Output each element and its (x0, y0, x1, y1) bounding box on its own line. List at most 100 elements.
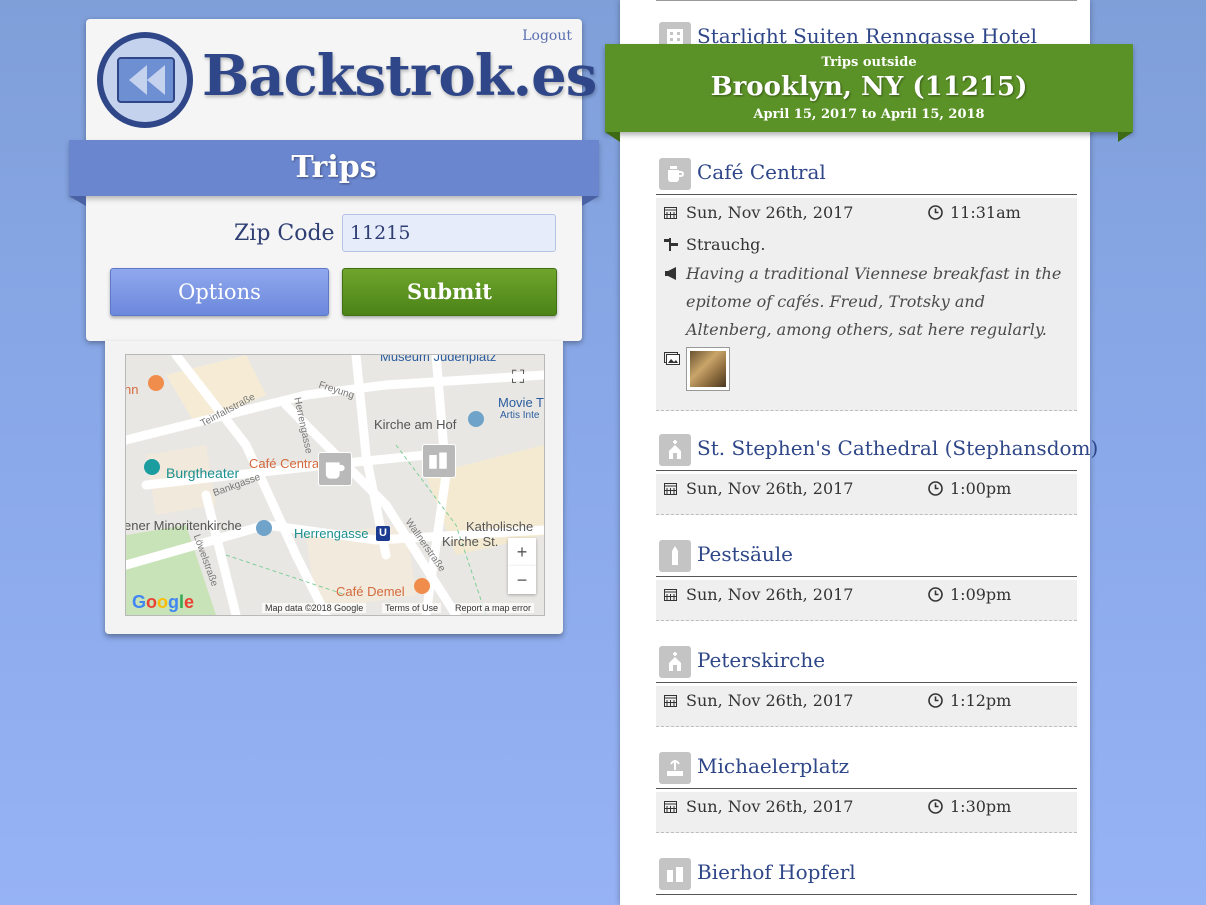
map-label: Artis Inte (500, 410, 540, 421)
report-link[interactable]: Report a map error (452, 603, 535, 613)
place-details: Sun, Nov 26th, 2017 1:09pm (656, 580, 1077, 621)
place-title[interactable]: St. Stephen's Cathedral (Stephansdom) (697, 436, 1098, 460)
calendar-icon (664, 801, 677, 813)
church-icon (659, 434, 691, 466)
place-title[interactable]: Bierhof Hopferl (697, 860, 856, 884)
place-item[interactable]: Peterskirche Sun, Nov 26th, 2017 1:12pm (656, 642, 1077, 727)
map-label: Movie T (498, 395, 544, 410)
date-row: Sun, Nov 26th, 2017 11:31am (656, 198, 1077, 230)
map[interactable]: Museum Judenplatz nn Teinfaltstraße Frey… (125, 354, 545, 616)
divider (656, 0, 1077, 1)
monument-icon (659, 540, 691, 572)
beer-marker-icon[interactable] (422, 444, 456, 478)
place-details: Sun, Nov 26th, 2017 1:12pm (656, 686, 1077, 727)
visit-time: 1:30pm (950, 797, 1012, 816)
terms-link[interactable]: Terms of Use (382, 603, 442, 613)
place-header: Café Central (656, 154, 1077, 195)
google-letter: o (157, 592, 169, 612)
place-title[interactable]: Pestsäule (697, 542, 793, 566)
place-item[interactable]: Café Central Sun, Nov 26th, 2017 11:31am… (656, 154, 1077, 411)
cafe-poi-icon (148, 375, 164, 391)
google-letter: G (132, 592, 147, 612)
map-label: Burgtheater (166, 465, 240, 481)
map-label: nn (125, 382, 139, 397)
author-name: Strauchg. (686, 235, 766, 254)
visit-time: 1:09pm (950, 585, 1012, 604)
coffee-icon (659, 158, 691, 190)
fountain-icon (659, 752, 691, 784)
metro-icon: U (376, 526, 390, 541)
map-label: Kirche St. (442, 534, 499, 549)
calendar-icon (664, 483, 677, 495)
banner-prefix: Trips outside (821, 55, 917, 70)
calendar-icon (664, 207, 677, 219)
options-button[interactable]: Options (110, 268, 329, 316)
map-label: Kirche am Hof (374, 417, 457, 432)
banner-date-range: April 15, 2017 to April 15, 2018 (753, 107, 985, 122)
note-text: Having a traditional Viennese breakfast … (686, 264, 1062, 339)
date-row: Sun, Nov 26th, 2017 1:00pm (656, 474, 1077, 506)
place-title[interactable]: Peterskirche (697, 648, 825, 672)
signpost-icon (664, 238, 678, 251)
place-header: St. Stephen's Cathedral (Stephansdom) (656, 430, 1098, 471)
place-item[interactable]: Michaelerplatz Sun, Nov 26th, 2017 1:30p… (656, 748, 1077, 833)
church-poi-icon (468, 411, 484, 427)
clock-icon (928, 205, 943, 220)
google-letter: g (168, 592, 180, 612)
map-label: Café Central (249, 456, 322, 471)
brand-title: Backstrok.es (202, 43, 597, 109)
calendar-icon (664, 695, 677, 707)
place-title[interactable]: Michaelerplatz (697, 754, 849, 778)
place-details: Sun, Nov 26th, 2017 11:31am Strauchg. Ha… (656, 198, 1077, 411)
photo-icon (664, 352, 680, 365)
megaphone-icon (665, 267, 676, 280)
visit-time: 1:00pm (950, 479, 1012, 498)
trips-column: Starlight Suiten Renngasse Hotel Café Ce… (620, 0, 1098, 905)
submit-button[interactable]: Submit (342, 268, 557, 316)
zip-code-input[interactable] (342, 214, 556, 252)
logout-link[interactable]: Logout (522, 28, 572, 44)
visit-time: 1:12pm (950, 691, 1012, 710)
photos-row (656, 344, 1077, 402)
visit-time: 11:31am (950, 203, 1021, 222)
google-logo: Google (132, 592, 194, 613)
map-label: Café Demel (336, 584, 405, 599)
search-card: Logout Backstrok.es Trips Zip Code Optio… (69, 19, 599, 341)
date-row: Sun, Nov 26th, 2017 1:30pm (656, 792, 1077, 824)
theater-poi-icon (144, 459, 160, 475)
church-icon (659, 646, 691, 678)
place-header: Bierhof Hopferl (656, 854, 1077, 895)
fullscreen-icon[interactable]: ⛶ (508, 367, 528, 387)
map-card: Museum Judenplatz nn Teinfaltstraße Frey… (105, 341, 563, 634)
map-label: Herrengasse (294, 526, 369, 541)
place-details: Sun, Nov 26th, 2017 1:30pm (656, 792, 1077, 833)
calendar-icon (664, 589, 677, 601)
clock-icon (928, 587, 943, 602)
cafe-poi-icon (414, 578, 430, 594)
zoom-out-button[interactable]: − (508, 566, 536, 594)
visit-date: Sun, Nov 26th, 2017 (686, 797, 854, 816)
author-row: Strauchg. (656, 230, 1077, 258)
clock-icon (928, 799, 943, 814)
place-title[interactable]: Café Central (697, 160, 826, 184)
location-banner: Trips outside Brooklyn, NY (11215) April… (605, 44, 1133, 132)
map-label: Museum Judenplatz (380, 354, 497, 364)
google-letter: e (184, 592, 195, 612)
coffee-marker-icon[interactable] (318, 452, 352, 486)
ribbon-fold (582, 196, 599, 206)
place-details: Sun, Nov 26th, 2017 1:00pm (656, 474, 1077, 515)
zoom-in-button[interactable]: + (508, 538, 536, 566)
map-data-attribution: Map data ©2018 Google (262, 603, 367, 613)
visit-date: Sun, Nov 26th, 2017 (686, 585, 854, 604)
place-item[interactable]: Bierhof Hopferl (656, 854, 1077, 895)
date-row: Sun, Nov 26th, 2017 1:12pm (656, 686, 1077, 718)
banner-location: Brooklyn, NY (11215) (710, 72, 1028, 102)
place-header: Peterskirche (656, 642, 1077, 683)
google-letter: o (146, 592, 158, 612)
place-item[interactable]: St. Stephen's Cathedral (Stephansdom) Su… (656, 430, 1098, 515)
photo-thumbnail[interactable] (686, 347, 730, 391)
place-item[interactable]: Pestsäule Sun, Nov 26th, 2017 1:09pm (656, 536, 1077, 621)
ribbon-fold (605, 132, 620, 142)
map-label: Katholische (466, 519, 534, 534)
visit-date: Sun, Nov 26th, 2017 (686, 479, 854, 498)
